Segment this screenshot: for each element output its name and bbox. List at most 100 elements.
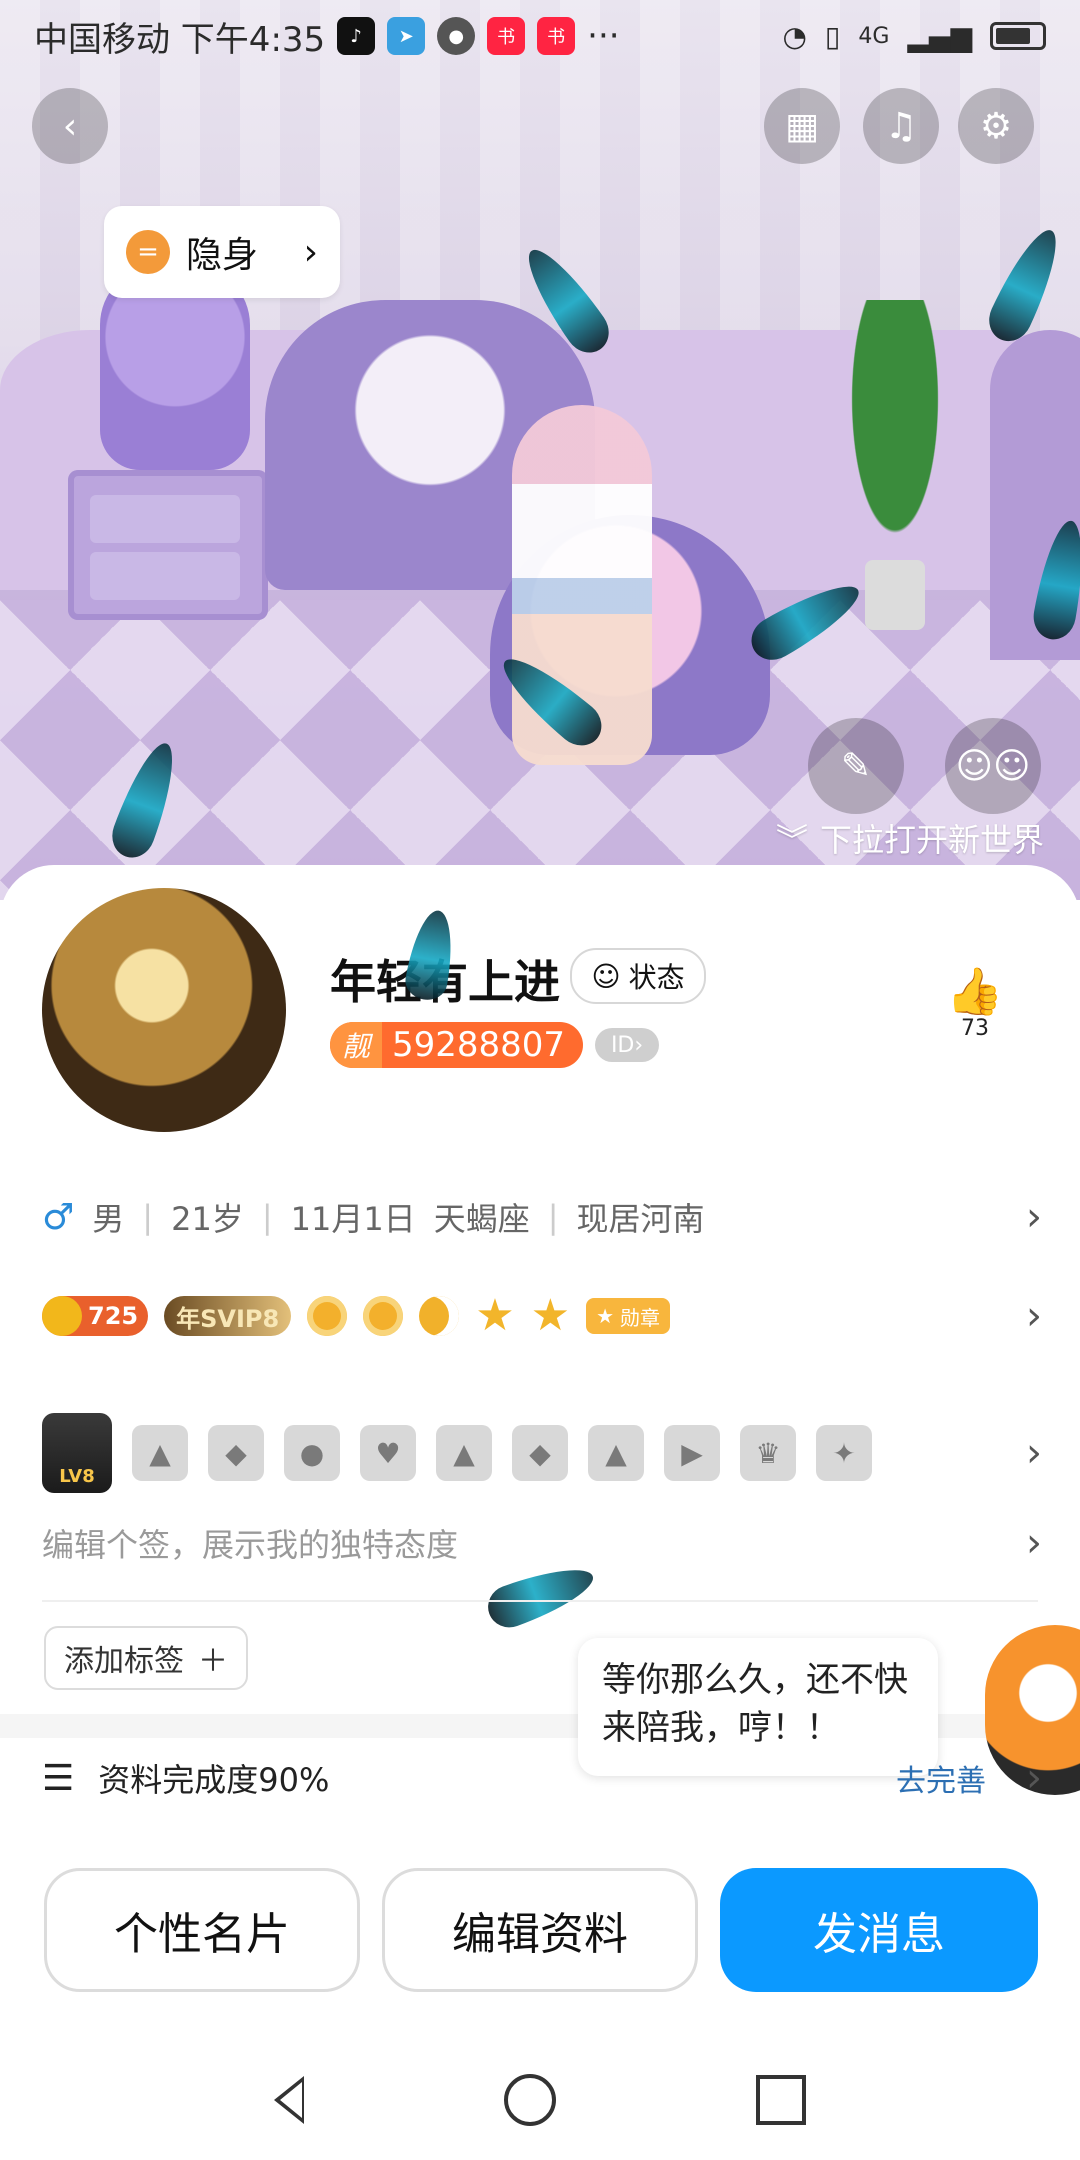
- gear-icon: ⚙: [979, 105, 1013, 147]
- chevron-right-icon: ›: [1026, 1430, 1042, 1476]
- vibrate-icon: ▯: [824, 19, 841, 53]
- potted-plant: [820, 300, 970, 630]
- hat-icon: ▲: [132, 1425, 188, 1481]
- signature-placeholder: 编辑个签，展示我的独特态度: [42, 1526, 459, 1564]
- coin-badge: 725: [42, 1296, 149, 1336]
- bell-icon: ♫: [884, 105, 918, 147]
- male-icon: ♂: [42, 1196, 75, 1238]
- back-button[interactable]: ‹: [32, 88, 108, 164]
- signature-row[interactable]: 编辑个签，展示我的独特态度 ›: [42, 1518, 1042, 1568]
- tiktok-icon: ♪: [337, 17, 376, 55]
- chevron-right-icon: ›: [634, 1032, 644, 1058]
- gender: 男: [92, 1200, 125, 1238]
- star-icon: ★: [475, 1290, 515, 1341]
- id-tag[interactable]: ID ›: [595, 1028, 660, 1062]
- pretty-id[interactable]: 靓 59288807 ID ›: [330, 1022, 660, 1068]
- pencil-icon: ✎: [840, 745, 872, 787]
- friends-room-button[interactable]: ☺☺: [945, 718, 1041, 814]
- pull-hint-text: 下拉打开新世界: [819, 821, 1044, 859]
- helmet-icon: ▲: [588, 1425, 644, 1481]
- bomb-icon: ●: [284, 1425, 340, 1481]
- edit-room-button[interactable]: ✎: [808, 718, 904, 814]
- double-chevron-down-icon: ︾: [775, 821, 808, 859]
- level-label: LV8: [59, 1466, 95, 1487]
- thumb-up-icon: 👍: [946, 964, 1004, 1018]
- home-circle-icon[interactable]: [504, 2074, 556, 2126]
- people-icon: ☺☺: [955, 745, 1031, 787]
- chevron-right-icon: ›: [1026, 1293, 1042, 1339]
- sun-icon: [307, 1296, 348, 1336]
- profile-completion-row[interactable]: ☰ 资料完成度90% 去完善 ›: [42, 1748, 1042, 1808]
- stealth-mode-button[interactable]: = 隐身 ›: [104, 206, 340, 298]
- moon-icon: [419, 1296, 460, 1336]
- pretty-id-badge: 靓 59288807: [330, 1022, 584, 1068]
- badges-row[interactable]: 725 年SVIP8 ★ ★ ★ 勋章 ›: [42, 1288, 1042, 1344]
- notifications-button[interactable]: ♫: [863, 88, 939, 164]
- more-notifications: ···: [587, 16, 620, 56]
- room-scene[interactable]: 中国移动 下午4:35 ♪ ➤ ● 书 书 ··· ◔ ▯ 4G ▂▄▆ ‹ ▦…: [0, 0, 1080, 900]
- chevron-right-icon: ›: [1026, 1755, 1042, 1801]
- qr-code-icon: ▦: [784, 105, 819, 147]
- back-triangle-icon[interactable]: [274, 2076, 304, 2124]
- stealth-label: 隐身: [186, 235, 259, 276]
- diamond-icon: ◆: [208, 1425, 264, 1481]
- chevron-left-icon: ‹: [62, 105, 78, 147]
- play-icon: ▶: [664, 1425, 720, 1481]
- xiaohongshu-icon: 书: [537, 17, 576, 55]
- gem-icon: ◆: [512, 1425, 568, 1481]
- signal-label: 4G: [858, 23, 890, 49]
- coin-value: 725: [88, 1302, 139, 1330]
- action-bar: 个性名片 编辑资料 发消息: [44, 1868, 1038, 1996]
- avatar[interactable]: [42, 888, 286, 1132]
- service-icons-row[interactable]: LV8 ▲ ◆ ● ♥ ▲ ◆ ▲ ▶ ♛ ✦ ›: [42, 1408, 1042, 1498]
- birthday: 11月1日: [290, 1200, 416, 1238]
- carrier-time: 中国移动 下午4:35: [34, 19, 326, 60]
- add-tag-button[interactable]: 添加标签 ＋: [44, 1626, 248, 1690]
- medal-badge: ★ 勋章: [586, 1298, 671, 1334]
- recents-square-icon[interactable]: [756, 2075, 806, 2125]
- svip-label: 年SVIP8: [176, 1304, 280, 1333]
- signal-icon: ▂▄▆: [907, 19, 972, 53]
- send-message-button[interactable]: 发消息: [720, 1868, 1038, 1992]
- separator: |: [547, 1198, 559, 1236]
- battery-icon: [990, 22, 1046, 50]
- pull-down-hint[interactable]: ︾ 下拉打开新世界: [776, 815, 1044, 861]
- sun-icon: [363, 1296, 404, 1336]
- separator: |: [261, 1198, 273, 1236]
- pretty-id-number: 59288807: [392, 1025, 566, 1065]
- telegram-icon: ➤: [387, 17, 426, 55]
- separator: |: [142, 1198, 154, 1236]
- document-icon: ☰: [42, 1757, 75, 1799]
- penguin-crown-icon: ♛: [740, 1425, 796, 1481]
- chrome-icon: ●: [437, 17, 476, 55]
- divider: [42, 1600, 1038, 1602]
- level-badge: LV8: [42, 1413, 112, 1493]
- star-diamond-icon: ✦: [816, 1425, 872, 1481]
- stealth-icon: =: [126, 230, 170, 274]
- add-tag-label: 添加标签: [64, 1644, 184, 1679]
- edit-profile-button[interactable]: 编辑资料: [382, 1868, 698, 1992]
- xiaohongshu-icon: 书: [487, 17, 526, 55]
- pretty-label: 靓: [330, 1022, 382, 1068]
- status-chip[interactable]: ☺ 状态: [570, 948, 706, 1004]
- bell-badge-icon: ▲: [436, 1425, 492, 1481]
- chevron-right-icon: ›: [1026, 1520, 1042, 1566]
- complete-link[interactable]: 去完善: [896, 1756, 986, 1800]
- basic-info-row[interactable]: ♂ 男 | 21岁 | 11月1日 天蝎座 | 现居河南 ›: [42, 1190, 1042, 1244]
- svip-badge: 年SVIP8: [164, 1296, 292, 1336]
- status-bar: 中国移动 下午4:35 ♪ ➤ ● 书 书 ··· ◔ ▯ 4G ▂▄▆: [0, 0, 1080, 72]
- heart-icon: ♥: [360, 1425, 416, 1481]
- location: 现居河南: [576, 1200, 705, 1238]
- likes-count: 73: [961, 1016, 989, 1041]
- profile-card-button[interactable]: 个性名片: [44, 1868, 360, 1992]
- plus-icon: ＋: [198, 1644, 228, 1679]
- likes[interactable]: 👍 73: [945, 966, 1005, 1041]
- status-icon: ☺: [591, 959, 621, 993]
- settings-button[interactable]: ⚙: [958, 88, 1034, 164]
- speed-icon: ◔: [782, 19, 807, 53]
- nightstand: [68, 470, 268, 620]
- qr-code-button[interactable]: ▦: [764, 88, 840, 164]
- id-tag-label: ID: [610, 1032, 635, 1058]
- star-icon: ★: [530, 1290, 571, 1341]
- system-nav-bar: [0, 2040, 1080, 2160]
